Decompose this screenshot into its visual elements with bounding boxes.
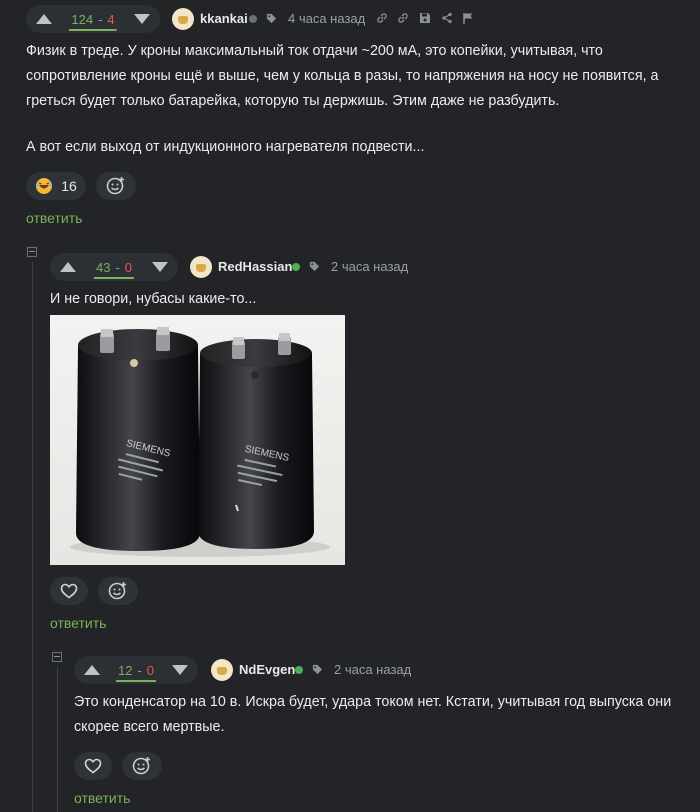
like-button[interactable] [74,752,112,780]
score-minus: 4 [107,11,115,27]
comment1-vote-box: 124 - 4 [26,5,160,33]
tag-icon [309,261,320,272]
comment1-score: 124 - 4 [69,11,117,31]
tag-icon [266,13,277,24]
thread-line [32,262,33,812]
score-ratio-bar [93,276,135,279]
capacitor-photo[interactable]: SIEMENS SIEMENS [50,315,345,565]
arrow-up-icon[interactable] [36,14,52,24]
comment3-vote-box: 12 - 0 [74,656,198,684]
comment3-score: 12 - 0 [115,662,157,682]
add-reaction-button[interactable] [98,577,138,605]
author-name[interactable]: RedHassian [218,259,292,274]
collapse-icon[interactable] [52,652,62,662]
heart-icon [84,758,102,774]
like-button[interactable] [50,577,88,605]
add-reaction-button[interactable] [96,172,136,200]
reaction-count: 16 [61,178,77,194]
reply-link[interactable]: ответить [74,790,130,806]
link-icon[interactable] [397,12,409,24]
arrow-down-icon[interactable] [171,665,188,675]
arrow-up-icon[interactable] [84,665,100,675]
avatar[interactable] [172,8,194,30]
score-sep: - [137,662,142,678]
comment2-score: 43 - 0 [93,259,135,279]
score-plus: 12 [117,662,133,678]
comment1-text-line: А вот если выход от индукционного нагрев… [26,139,425,155]
comment-time: 2 часа назад [334,662,412,677]
comment-time: 2 часа назад [331,259,409,274]
reply-link[interactable]: ответить [50,615,106,631]
online-status-dot [292,263,300,271]
add-reaction-button[interactable] [122,752,162,780]
score-plus: 43 [95,259,111,275]
score-sep: - [115,259,120,275]
comment3-text-line: скорее всего мертвые. [74,719,225,735]
online-status-dot [295,666,303,674]
arrow-down-icon[interactable] [134,14,150,24]
flag-icon[interactable] [462,12,474,24]
laughing-emoji-icon [36,178,53,194]
share-icon[interactable] [441,12,453,24]
author-name[interactable]: kkankai [200,11,248,26]
arrow-down-icon[interactable] [151,262,168,272]
heart-icon [60,583,78,599]
link-icon[interactable] [376,12,388,24]
score-plus: 124 [71,11,94,27]
score-minus: 0 [146,662,155,678]
status-dot [249,15,257,23]
reaction-button[interactable]: 16 [26,172,86,200]
add-reaction-icon [108,582,126,600]
comment3-text-line: Это конденсатор на 10 в. Искра будет, уд… [74,694,672,710]
author-name[interactable]: NdEvgen [239,662,295,677]
comment1-text-line: греться будет только батарейка, которую … [26,93,560,109]
score-minus: 0 [124,259,133,275]
tag-icon [312,664,323,675]
save-icon[interactable] [419,12,431,24]
avatar[interactable] [190,256,212,278]
score-sep: - [98,11,103,27]
arrow-up-icon[interactable] [60,262,76,272]
thread-line [57,667,58,812]
comment2-text: И не говори, нубасы какие-то... [50,291,257,307]
add-reaction-icon [132,757,150,775]
comment1-text-line: сопротивление кроны ещё и выше, чем у ко… [26,68,659,84]
add-reaction-icon [106,177,124,195]
score-ratio-bar [69,28,117,31]
collapse-icon[interactable] [27,247,37,257]
comment-time: 4 часа назад [288,11,366,26]
avatar[interactable] [211,659,233,681]
comment2-vote-box: 43 - 0 [50,253,178,281]
score-ratio-bar [115,679,157,682]
comment1-text-line: Физик в треде. У кроны максимальный ток … [26,43,603,59]
reply-link[interactable]: ответить [26,210,82,226]
